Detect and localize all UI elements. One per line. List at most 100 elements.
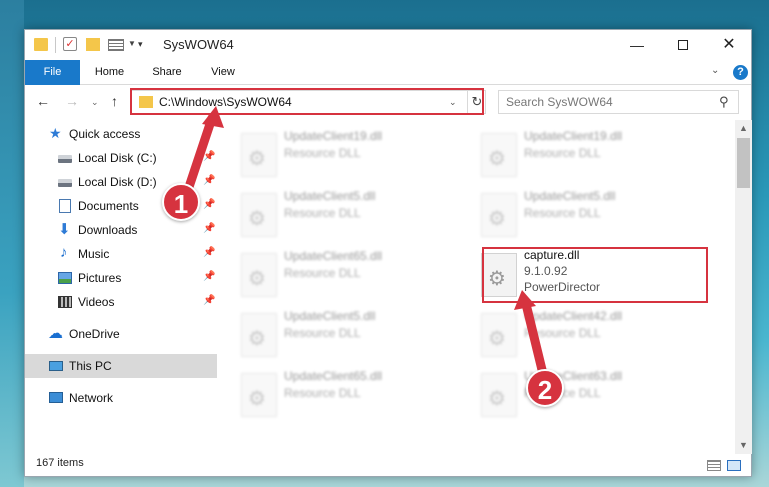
- recent-locations-button[interactable]: ⌄: [91, 97, 99, 108]
- gear-icon: ⚙: [488, 208, 506, 230]
- file-tile[interactable]: ⚙ UpdateClient19.dll Resource DLL: [239, 124, 474, 184]
- dll-file-icon: ⚙: [241, 133, 277, 177]
- sidebar-item-label: OneDrive: [69, 327, 120, 341]
- dll-file-icon: ⚙: [481, 193, 517, 237]
- file-tile[interactable]: ⚙ UpdateClient5.dll Resource DLL: [239, 184, 474, 244]
- file-type: Resource DLL: [284, 326, 361, 340]
- file-name: UpdateClient5.dll: [284, 309, 376, 323]
- expand-ribbon-icon[interactable]: ⌄: [711, 65, 719, 76]
- pictures-icon: [58, 272, 72, 284]
- forward-button[interactable]: →: [65, 93, 79, 109]
- search-placeholder: Search SysWOW64: [506, 95, 613, 109]
- tab-home[interactable]: Home: [87, 60, 132, 85]
- file-type: Resource DLL: [284, 206, 361, 220]
- address-bar-highlight: [130, 88, 484, 115]
- sidebar-item-label: Local Disk (D:): [78, 175, 157, 189]
- gear-icon: ⚙: [248, 208, 266, 230]
- maximize-button[interactable]: [660, 30, 706, 60]
- file-name: UpdateClient65.dll: [284, 369, 383, 383]
- sidebar-item-videos[interactable]: Videos 📌: [25, 290, 217, 314]
- sidebar-item-pictures[interactable]: Pictures 📌: [25, 266, 217, 290]
- sidebar-item-label: Music: [78, 247, 110, 261]
- close-button[interactable]: ✕: [706, 30, 752, 60]
- gear-icon: ⚙: [248, 268, 266, 290]
- file-tile[interactable]: ⚙ UpdateClient65.dll Resource DLL: [239, 244, 474, 304]
- title-bar: ✓ ▼ ▾ SysWOW64 — ✕: [25, 30, 751, 60]
- navigation-pane: ★ Quick access Local Disk (C:) 📌 Local D…: [25, 120, 217, 454]
- drive-icon: [58, 179, 72, 187]
- chevron-down-icon[interactable]: ▼: [128, 39, 136, 55]
- sidebar-item-local-disk-c[interactable]: Local Disk (C:) 📌: [25, 146, 217, 170]
- file-name: UpdateClient19.dll: [524, 129, 623, 143]
- pin-icon: 📌: [203, 271, 216, 282]
- network-icon: [49, 392, 63, 403]
- sidebar-item-label: Downloads: [78, 223, 138, 237]
- callout-2: 2: [526, 369, 564, 407]
- file-tile[interactable]: ⚙ UpdateClient42.dll Resource DLL: [479, 304, 714, 364]
- dll-file-icon: ⚙: [481, 133, 517, 177]
- tiles-view-icon[interactable]: [727, 460, 741, 471]
- search-icon[interactable]: ⚲: [719, 94, 729, 110]
- star-icon: ★: [49, 125, 62, 141]
- pin-icon: 📌: [203, 295, 216, 306]
- tab-view[interactable]: View: [203, 60, 243, 85]
- help-icon[interactable]: ?: [733, 65, 748, 80]
- properties-check-icon[interactable]: ✓: [63, 37, 77, 51]
- scroll-down-button[interactable]: ▼: [735, 437, 752, 454]
- file-tile[interactable]: ⚙ UpdateClient19.dll Resource DLL: [479, 124, 714, 184]
- sidebar-item-label: This PC: [69, 359, 112, 373]
- scroll-up-button[interactable]: ▲: [735, 120, 752, 137]
- file-type: Resource DLL: [524, 206, 601, 220]
- file-name: UpdateClient65.dll: [284, 249, 383, 263]
- file-tile[interactable]: ⚙ UpdateClient63.dll Resource DLL: [479, 364, 714, 424]
- view-properties-icon[interactable]: [108, 39, 124, 51]
- vertical-scrollbar[interactable]: ▲ ▼: [735, 120, 752, 454]
- dll-file-icon: ⚙: [241, 373, 277, 417]
- up-button[interactable]: ↑: [111, 93, 118, 109]
- scroll-thumb[interactable]: [737, 138, 750, 188]
- file-type: Resource DLL: [284, 386, 361, 400]
- minimize-button[interactable]: —: [614, 30, 660, 60]
- pin-icon: 📌: [203, 151, 216, 162]
- sidebar-item-this-pc[interactable]: This PC: [25, 354, 217, 378]
- dll-file-icon: ⚙: [481, 313, 517, 357]
- callout-1: 1: [162, 183, 200, 221]
- dll-file-icon: ⚙: [241, 313, 277, 357]
- file-name: UpdateClient5.dll: [524, 189, 616, 203]
- back-button[interactable]: ←: [36, 93, 50, 109]
- drive-icon: [58, 155, 72, 163]
- folder-icon: [34, 38, 48, 51]
- file-name: UpdateClient42.dll: [524, 309, 623, 323]
- file-tile[interactable]: ⚙ UpdateClient5.dll Resource DLL: [479, 184, 714, 244]
- dll-file-icon: ⚙: [481, 373, 517, 417]
- file-type: Resource DLL: [284, 266, 361, 280]
- explorer-window: ✓ ▼ ▾ SysWOW64 — ✕ File Home Share View …: [24, 29, 752, 477]
- pc-icon: [49, 361, 63, 371]
- new-folder-icon[interactable]: [86, 38, 100, 51]
- sidebar-item-quick-access[interactable]: ★ Quick access: [25, 122, 217, 146]
- sidebar-item-network[interactable]: Network: [25, 386, 217, 410]
- search-input[interactable]: Search SysWOW64 ⚲: [498, 90, 739, 114]
- tab-share[interactable]: Share: [145, 60, 189, 85]
- sidebar-item-music[interactable]: ♪ Music 📌: [25, 242, 217, 266]
- tab-file[interactable]: File: [25, 60, 80, 85]
- sidebar-item-downloads[interactable]: ⬇ Downloads 📌: [25, 218, 217, 242]
- sidebar-item-label: Videos: [78, 295, 115, 309]
- file-tile[interactable]: ⚙ UpdateClient5.dll Resource DLL: [239, 304, 474, 364]
- sidebar-item-label: Local Disk (C:): [78, 151, 157, 165]
- music-icon: ♪: [60, 244, 68, 261]
- documents-icon: [59, 199, 71, 213]
- file-tile[interactable]: ⚙ UpdateClient65.dll Resource DLL: [239, 364, 474, 424]
- customize-toolbar-icon[interactable]: ▾: [138, 39, 143, 55]
- sidebar-item-label: Network: [69, 391, 114, 405]
- sidebar-item-onedrive[interactable]: ☁ OneDrive: [25, 322, 217, 346]
- maximize-icon: [678, 40, 688, 51]
- pin-icon: 📌: [203, 223, 216, 234]
- dll-file-icon: ⚙: [241, 253, 277, 297]
- gear-icon: ⚙: [248, 388, 266, 410]
- gear-icon: ⚙: [488, 148, 506, 170]
- details-view-icon[interactable]: [707, 460, 721, 471]
- pin-icon: 📌: [203, 175, 216, 186]
- ribbon-tabs: File Home Share View ⌄ ?: [25, 60, 751, 85]
- file-type: Resource DLL: [284, 146, 361, 160]
